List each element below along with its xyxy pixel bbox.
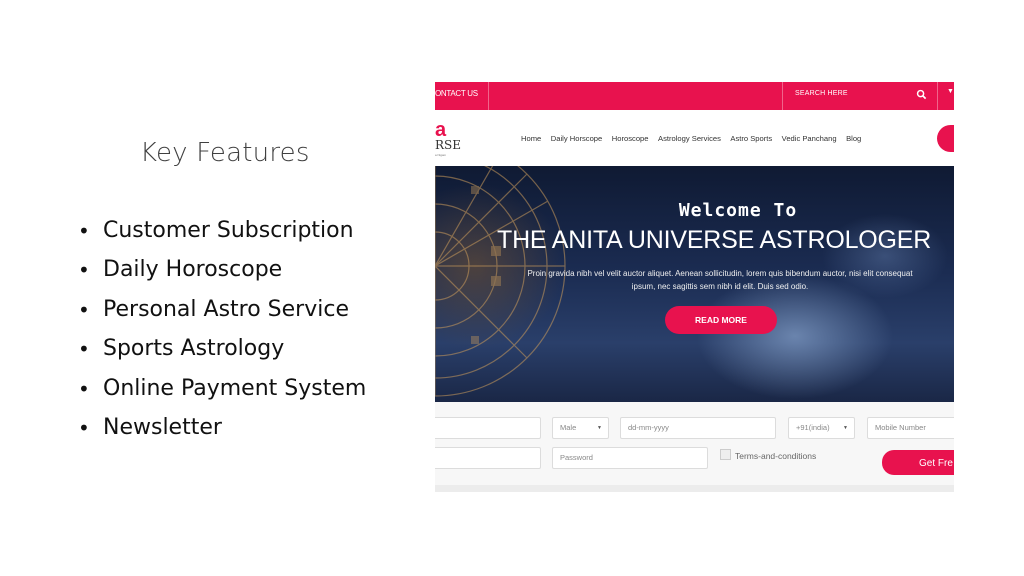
- nav-item-daily-horoscope[interactable]: Daily Horscope: [551, 134, 603, 143]
- email-field[interactable]: [435, 447, 541, 469]
- list-item-label: Daily Horoscope: [103, 257, 283, 283]
- terms-checkbox[interactable]: Terms-and-conditions: [720, 449, 816, 461]
- dob-field[interactable]: dd-mm-yyyy: [620, 417, 776, 439]
- hero-banner: Welcome To THE ANITA UNIVERSE ASTROLOGER…: [435, 166, 954, 402]
- list-item-label: Sports Astrology: [103, 336, 285, 362]
- logo-mark: a: [435, 119, 447, 141]
- slide-title: Key Features: [140, 138, 310, 168]
- nav-bar: a RSE a Nigam Home Daily Horscope Horosc…: [435, 110, 954, 167]
- bullet-icon: •: [78, 297, 90, 322]
- site-logo[interactable]: a RSE a Nigam: [435, 120, 461, 160]
- list-item-label: Newsletter: [103, 414, 222, 440]
- chevron-down-icon: ▼: [843, 425, 848, 431]
- search-box[interactable]: SEARCH HERE: [782, 82, 938, 110]
- nav-item-horoscope[interactable]: Horoscope: [612, 134, 649, 143]
- list-item: • Personal Astro Service: [78, 293, 366, 332]
- password-field[interactable]: Password: [552, 447, 708, 469]
- bullet-icon: •: [78, 219, 90, 243]
- name-field[interactable]: [435, 417, 541, 439]
- list-item: • Customer Subscription: [78, 214, 366, 253]
- logo-name: RSE: [435, 138, 462, 152]
- list-item-label: Online Payment System: [103, 375, 367, 401]
- country-code-select[interactable]: +91(india) ▼: [788, 417, 855, 439]
- feature-list: • Customer Subscription • Daily Horoscope …: [78, 214, 366, 450]
- logo-tagline: a Nigam: [435, 153, 447, 157]
- nav-item-vedic-panchang[interactable]: Vedic Panchang: [782, 134, 837, 143]
- list-item-label: Customer Subscription: [103, 218, 354, 243]
- read-more-button[interactable]: READ MORE: [665, 306, 777, 334]
- nav-item-blog[interactable]: Blog: [846, 134, 861, 143]
- get-free-button[interactable]: Get Fre: [882, 450, 954, 475]
- list-item-label: Personal Astro Service: [103, 296, 349, 322]
- nav-item-astro-sports[interactable]: Astro Sports: [730, 134, 772, 143]
- main-nav: Home Daily Horscope Horoscope Astrology …: [521, 134, 871, 143]
- bottom-strip: [435, 485, 954, 492]
- list-item: • Daily Horoscope: [78, 253, 366, 292]
- list-item: • Newsletter: [78, 411, 366, 450]
- bullet-icon: •: [78, 376, 90, 401]
- signup-form: Male ▼ dd-mm-yyyy +91(india) ▼ Mobile Nu…: [435, 402, 954, 492]
- bullet-icon: •: [78, 258, 90, 283]
- checkbox-icon[interactable]: [720, 449, 731, 460]
- nav-cta-button[interactable]: [937, 125, 954, 152]
- nav-item-home[interactable]: Home: [521, 134, 541, 143]
- hero-description: Proin gravida nibh vel velit auctor aliq…: [527, 269, 913, 291]
- terms-label: Terms-and-conditions: [735, 451, 817, 461]
- gender-select[interactable]: Male ▼: [552, 417, 609, 439]
- mobile-field[interactable]: Mobile Number: [867, 417, 954, 439]
- nav-item-astrology-services[interactable]: Astrology Services: [658, 134, 721, 143]
- hero-welcome: Welcome To: [678, 200, 798, 221]
- search-input[interactable]: SEARCH HERE: [795, 90, 848, 97]
- contact-us-link[interactable]: ONTACT US: [435, 82, 489, 110]
- bullet-icon: •: [78, 415, 90, 440]
- search-icon[interactable]: [916, 89, 927, 100]
- hero-headline: THE ANITA UNIVERSE ASTROLOGER: [497, 226, 932, 254]
- list-item: • Online Payment System: [78, 372, 366, 411]
- social-icon[interactable]: ▼: [947, 88, 954, 98]
- gender-value: Male: [560, 423, 577, 432]
- chevron-down-icon: ▼: [597, 425, 602, 431]
- bullet-icon: •: [78, 337, 90, 362]
- website-screenshot: ONTACT US SEARCH HERE ▼ a RSE a Nigam Ho…: [435, 82, 954, 492]
- list-item: • Sports Astrology: [78, 332, 366, 371]
- country-code-value: +91(india): [796, 423, 830, 432]
- top-bar: ONTACT US SEARCH HERE ▼: [435, 82, 954, 110]
